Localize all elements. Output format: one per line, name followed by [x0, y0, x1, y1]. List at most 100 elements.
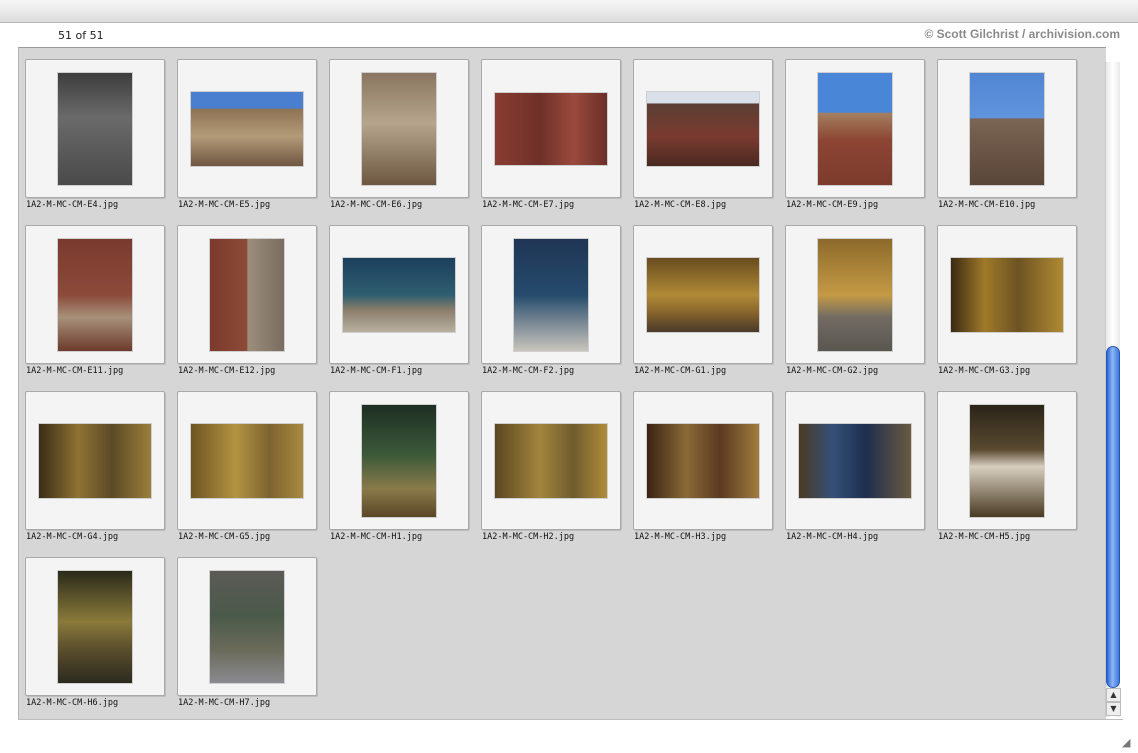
image-count: 51 of 51 — [58, 29, 104, 42]
thumbnail-frame[interactable] — [25, 59, 165, 198]
thumbnail-image[interactable] — [58, 239, 132, 351]
thumbnail-frame[interactable] — [785, 391, 925, 530]
thumbnail-frame[interactable] — [329, 225, 469, 364]
thumbnail-item[interactable]: 1A2-M-MC-CM-E4.jpg — [19, 48, 165, 214]
thumbnail-frame[interactable] — [177, 59, 317, 198]
thumbnail-image[interactable] — [362, 73, 436, 185]
thumbnail-filename: 1A2-M-MC-CM-F1.jpg — [330, 366, 423, 376]
thumbnail-item[interactable]: 1A2-M-MC-CM-H2.jpg — [475, 380, 621, 546]
thumbnail-browser: 1A2-M-MC-CM-E4.jpg 1A2-M-MC-CM-E5.jpg 1A2-… — [18, 47, 1106, 719]
thumbnail-filename: 1A2-M-MC-CM-H4.jpg — [786, 532, 879, 542]
thumbnail-item[interactable]: 1A2-M-MC-CM-E7.jpg — [475, 48, 621, 214]
thumbnail-frame[interactable] — [177, 557, 317, 696]
thumbnail-frame[interactable] — [633, 225, 773, 364]
thumbnail-filename: 1A2-M-MC-CM-G4.jpg — [26, 532, 119, 542]
thumbnail-frame[interactable] — [481, 391, 621, 530]
thumbnail-image[interactable] — [191, 92, 303, 166]
thumbnail-image[interactable] — [647, 258, 759, 332]
thumbnail-frame[interactable] — [937, 391, 1077, 530]
window-toolbar — [0, 0, 1138, 23]
thumbnail-frame[interactable] — [481, 225, 621, 364]
thumbnail-filename: 1A2-M-MC-CM-H7.jpg — [178, 698, 271, 708]
thumbnail-image[interactable] — [58, 571, 132, 683]
thumbnail-filename: 1A2-M-MC-CM-E7.jpg — [482, 200, 575, 210]
thumbnail-item[interactable]: 1A2-M-MC-CM-E10.jpg — [931, 48, 1077, 214]
scroll-down-icon[interactable]: ▼ — [1106, 702, 1121, 716]
thumbnail-image[interactable] — [818, 239, 892, 351]
scroll-up-icon[interactable]: ▲ — [1106, 688, 1121, 702]
thumbnail-filename: 1A2-M-MC-CM-H3.jpg — [634, 532, 727, 542]
thumbnail-filename: 1A2-M-MC-CM-E5.jpg — [178, 200, 271, 210]
thumbnail-filename: 1A2-M-MC-CM-F2.jpg — [482, 366, 575, 376]
thumbnail-frame[interactable] — [329, 59, 469, 198]
thumbnail-filename: 1A2-M-MC-CM-G3.jpg — [938, 366, 1031, 376]
thumbnail-image[interactable] — [343, 258, 455, 332]
thumbnail-item[interactable]: 1A2-M-MC-CM-H3.jpg — [627, 380, 773, 546]
thumbnail-filename: 1A2-M-MC-CM-H2.jpg — [482, 532, 575, 542]
thumbnail-frame[interactable] — [785, 59, 925, 198]
thumbnail-filename: 1A2-M-MC-CM-E4.jpg — [26, 200, 119, 210]
thumbnail-item[interactable]: 1A2-M-MC-CM-H4.jpg — [779, 380, 925, 546]
thumbnail-item[interactable]: 1A2-M-MC-CM-G2.jpg — [779, 214, 925, 380]
thumbnail-frame[interactable] — [633, 391, 773, 530]
thumbnail-image[interactable] — [799, 424, 911, 498]
thumbnail-image[interactable] — [970, 405, 1044, 517]
scrollbar-thumb[interactable] — [1106, 346, 1120, 688]
thumbnail-frame[interactable] — [937, 59, 1077, 198]
thumbnail-image[interactable] — [818, 73, 892, 185]
thumbnail-filename: 1A2-M-MC-CM-E12.jpg — [178, 366, 276, 376]
thumbnail-item[interactable]: 1A2-M-MC-CM-G5.jpg — [171, 380, 317, 546]
thumbnail-frame[interactable] — [177, 391, 317, 530]
thumbnail-image[interactable] — [514, 239, 588, 351]
thumbnail-item[interactable]: 1A2-M-MC-CM-E12.jpg — [171, 214, 317, 380]
thumbnail-filename: 1A2-M-MC-CM-G1.jpg — [634, 366, 727, 376]
thumbnail-filename: 1A2-M-MC-CM-G2.jpg — [786, 366, 879, 376]
thumbnail-frame[interactable] — [633, 59, 773, 198]
thumbnail-image[interactable] — [647, 424, 759, 498]
status-strip — [18, 719, 1123, 734]
thumbnail-item[interactable]: 1A2-M-MC-CM-G4.jpg — [19, 380, 165, 546]
thumbnail-item[interactable]: 1A2-M-MC-CM-F2.jpg — [475, 214, 621, 380]
thumbnail-filename: 1A2-M-MC-CM-E11.jpg — [26, 366, 124, 376]
thumbnail-image[interactable] — [39, 424, 151, 498]
thumbnail-item[interactable]: 1A2-M-MC-CM-G3.jpg — [931, 214, 1077, 380]
thumbnail-filename: 1A2-M-MC-CM-H5.jpg — [938, 532, 1031, 542]
thumbnail-item[interactable]: 1A2-M-MC-CM-F1.jpg — [323, 214, 469, 380]
thumbnail-frame[interactable] — [25, 225, 165, 364]
thumbnail-filename: 1A2-M-MC-CM-H1.jpg — [330, 532, 423, 542]
thumbnail-item[interactable]: 1A2-M-MC-CM-H7.jpg — [171, 546, 317, 712]
thumbnail-image[interactable] — [970, 73, 1044, 185]
thumbnail-filename: 1A2-M-MC-CM-G5.jpg — [178, 532, 271, 542]
thumbnail-item[interactable]: 1A2-M-MC-CM-G1.jpg — [627, 214, 773, 380]
thumbnail-item[interactable]: 1A2-M-MC-CM-E11.jpg — [19, 214, 165, 380]
thumbnail-image[interactable] — [951, 258, 1063, 332]
thumbnail-image[interactable] — [210, 239, 284, 351]
thumbnail-frame[interactable] — [785, 225, 925, 364]
thumbnail-item[interactable]: 1A2-M-MC-CM-E8.jpg — [627, 48, 773, 214]
thumbnail-frame[interactable] — [937, 225, 1077, 364]
thumbnail-frame[interactable] — [177, 225, 317, 364]
thumbnail-filename: 1A2-M-MC-CM-E8.jpg — [634, 200, 727, 210]
thumbnail-frame[interactable] — [25, 557, 165, 696]
thumbnail-item[interactable]: 1A2-M-MC-CM-H6.jpg — [19, 546, 165, 712]
thumbnail-image[interactable] — [191, 424, 303, 498]
thumbnail-item[interactable]: 1A2-M-MC-CM-H5.jpg — [931, 380, 1077, 546]
thumbnail-item[interactable]: 1A2-M-MC-CM-E5.jpg — [171, 48, 317, 214]
thumbnail-item[interactable]: 1A2-M-MC-CM-H1.jpg — [323, 380, 469, 546]
thumbnail-filename: 1A2-M-MC-CM-E9.jpg — [786, 200, 879, 210]
resize-grip-icon[interactable]: ◢ — [1122, 737, 1134, 749]
thumbnail-item[interactable]: 1A2-M-MC-CM-E9.jpg — [779, 48, 925, 214]
thumbnail-image[interactable] — [647, 92, 759, 166]
thumbnail-image[interactable] — [362, 405, 436, 517]
thumbnail-frame[interactable] — [329, 391, 469, 530]
thumbnail-image[interactable] — [58, 73, 132, 185]
thumbnail-item[interactable]: 1A2-M-MC-CM-E6.jpg — [323, 48, 469, 214]
copyright-credit: © Scott Gilchrist / archivision.com — [924, 27, 1120, 41]
thumbnail-frame[interactable] — [25, 391, 165, 530]
thumbnail-image[interactable] — [495, 93, 607, 165]
thumbnail-filename: 1A2-M-MC-CM-H6.jpg — [26, 698, 119, 708]
thumbnail-frame[interactable] — [481, 59, 621, 198]
thumbnail-filename: 1A2-M-MC-CM-E10.jpg — [938, 200, 1036, 210]
thumbnail-image[interactable] — [210, 571, 284, 683]
thumbnail-image[interactable] — [495, 424, 607, 498]
